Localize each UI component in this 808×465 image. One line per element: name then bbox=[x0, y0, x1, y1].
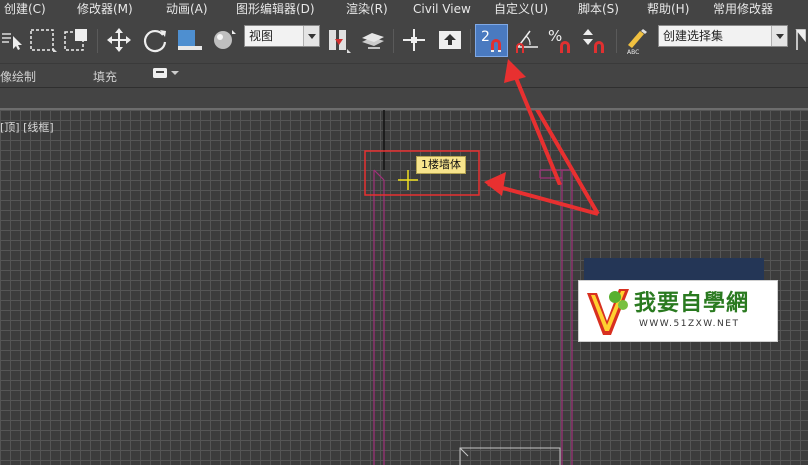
menu-rendering[interactable]: 渲染(R) bbox=[346, 0, 388, 19]
selection-set-value: 创建选择集 bbox=[663, 29, 724, 43]
select-region-button[interactable] bbox=[28, 25, 58, 55]
menu-scripting[interactable]: 脚本(S) bbox=[578, 0, 619, 19]
angle-snap-icon bbox=[516, 30, 538, 53]
place-button[interactable] bbox=[210, 25, 240, 55]
snap-tooltip: 1楼墙体 bbox=[416, 156, 466, 174]
crosshair-icon bbox=[403, 29, 425, 51]
pivot-center-button[interactable] bbox=[324, 25, 356, 55]
menu-help[interactable]: 帮助(H) bbox=[647, 0, 689, 19]
rotate-button[interactable] bbox=[140, 25, 170, 55]
ribbon-panel-strip bbox=[0, 88, 808, 110]
logo-url: WWW.51ZXW.NET bbox=[639, 319, 740, 329]
window-crossing-button[interactable] bbox=[62, 25, 92, 55]
upload-button[interactable] bbox=[434, 25, 466, 55]
main-toolbar: 视图 2 % ABC 创建选择集 bbox=[0, 19, 808, 64]
scale-button[interactable] bbox=[174, 25, 206, 55]
logo-title: 我要自學網 bbox=[634, 291, 750, 316]
toolbar-separator bbox=[616, 29, 617, 53]
window-options-icon bbox=[153, 68, 167, 78]
view-combo-value: 视图 bbox=[249, 29, 274, 43]
svg-text:ABC: ABC bbox=[627, 49, 639, 55]
ribbon-options-button[interactable] bbox=[153, 68, 179, 78]
select-manipulate-button[interactable] bbox=[358, 25, 388, 55]
watermark-logo: 我要自學網 WWW.51ZXW.NET bbox=[578, 280, 778, 342]
ribbon-bar: 像绘制 填充 bbox=[0, 64, 808, 88]
select-object-button[interactable] bbox=[0, 25, 24, 55]
move-button[interactable] bbox=[104, 25, 134, 55]
annotation-arrows bbox=[484, 110, 600, 216]
percent-snap-button[interactable]: % bbox=[546, 25, 576, 55]
select-cursor-icon bbox=[2, 33, 22, 50]
v-leaf-icon bbox=[587, 289, 629, 335]
scale-icon bbox=[178, 30, 202, 50]
window-crossing-icon bbox=[64, 29, 87, 51]
percent-snap-icon: % bbox=[548, 27, 570, 53]
angle-snap-button[interactable] bbox=[512, 25, 544, 55]
mirror-button[interactable] bbox=[794, 25, 808, 55]
menu-graph-editors[interactable]: 图形编辑器(D) bbox=[236, 0, 315, 19]
edit-named-selection-button[interactable]: ABC bbox=[622, 25, 654, 55]
reference-coordinate-select[interactable]: 视图 bbox=[244, 25, 320, 47]
sphere-place-icon bbox=[214, 30, 236, 49]
menu-customize[interactable]: 自定义(U) bbox=[494, 0, 548, 19]
upload-icon bbox=[439, 31, 461, 49]
menu-bar: 创建(C) 修改器(M) 动画(A) 图形编辑器(D) 渲染(R) Civil … bbox=[0, 0, 808, 19]
pencil-abc-icon: ABC bbox=[627, 29, 647, 55]
chevron-down-icon bbox=[171, 71, 179, 75]
wall-shape bbox=[373, 169, 573, 465]
ribbon-tab-object-paint[interactable]: 像绘制 bbox=[0, 68, 36, 85]
toolbar-separator bbox=[470, 29, 471, 53]
menu-create[interactable]: 创建(C) bbox=[4, 0, 46, 19]
pivot-center-icon bbox=[329, 30, 351, 53]
ribbon-tab-populate[interactable]: 填充 bbox=[93, 68, 117, 85]
bottom-object bbox=[459, 447, 561, 465]
snaps-toggle-button[interactable]: 2 bbox=[475, 24, 508, 57]
toolbar-separator bbox=[97, 29, 98, 53]
mirror-icon bbox=[795, 29, 806, 50]
menu-common-modifiers[interactable]: 常用修改器 bbox=[713, 0, 773, 19]
named-selection-sets-select[interactable]: 创建选择集 bbox=[658, 25, 788, 47]
menu-civil-view[interactable]: Civil View bbox=[413, 0, 471, 19]
menu-animation[interactable]: 动画(A) bbox=[166, 0, 208, 19]
percent-label: % bbox=[548, 27, 562, 45]
spinner-snap-button[interactable] bbox=[580, 25, 610, 55]
magnet-snap-icon: 2 bbox=[481, 29, 501, 52]
layers-icon bbox=[362, 33, 384, 49]
menu-modifiers[interactable]: 修改器(M) bbox=[77, 0, 133, 19]
move-icon bbox=[107, 28, 131, 52]
snap-crosshair-icon bbox=[398, 170, 418, 190]
chevron-down-icon bbox=[303, 26, 319, 46]
snap-level-label: 2 bbox=[481, 29, 490, 45]
chevron-down-icon bbox=[771, 26, 787, 46]
keyboard-shortcut-button[interactable] bbox=[398, 25, 430, 55]
spinner-snap-icon bbox=[583, 29, 604, 53]
rotate-icon bbox=[143, 29, 167, 53]
toolbar-separator bbox=[393, 29, 394, 53]
rectangle-selection-icon bbox=[30, 29, 57, 52]
